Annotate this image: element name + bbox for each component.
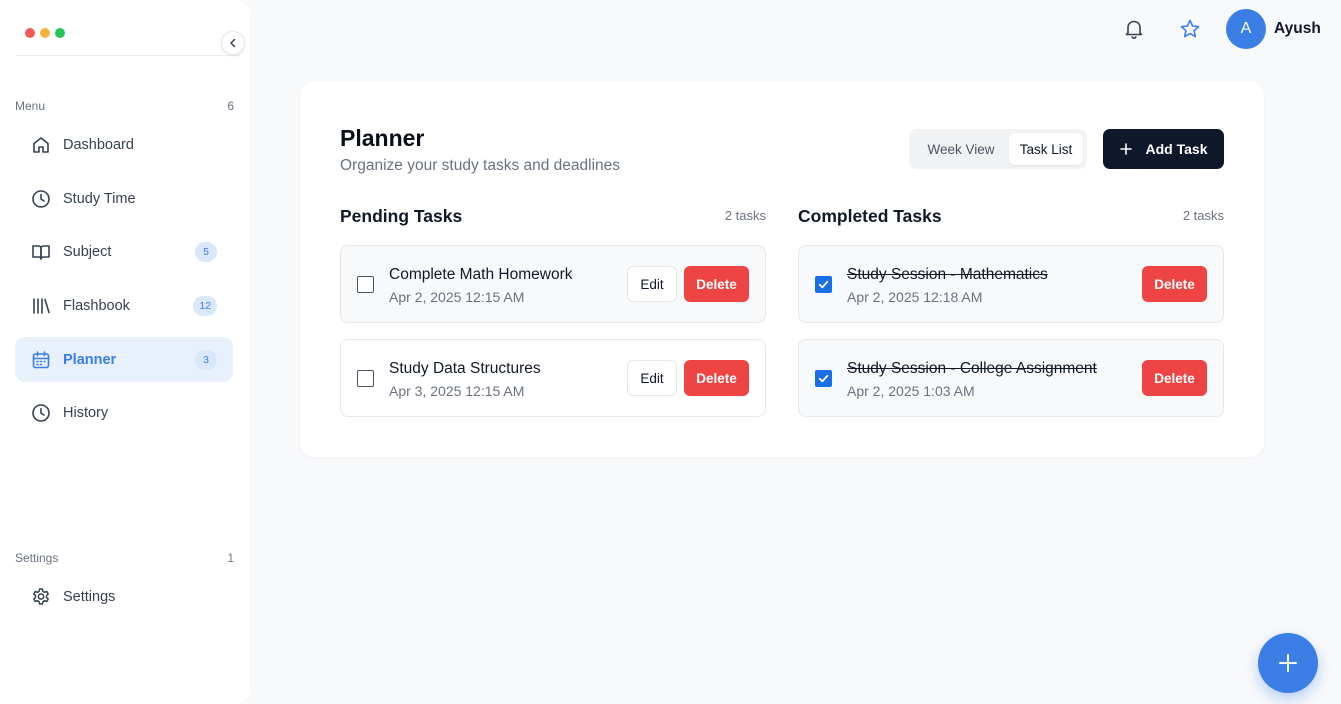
home-icon [31,135,51,155]
sidebar-item-planner[interactable]: Planner 3 [15,337,233,382]
pending-tasks-title: Pending Tasks [340,206,463,226]
clock-icon [31,189,51,209]
settings-section-count: 1 [227,551,234,565]
settings-section-header: Settings 1 [15,551,234,565]
add-task-button[interactable]: Add Task [1103,129,1224,169]
task-checkbox[interactable] [357,276,374,293]
sidebar-item-label: Study Time [63,190,136,207]
book-icon [31,242,51,262]
completed-tasks-count: 2 tasks [1182,208,1224,223]
edit-button[interactable]: Edit [627,360,677,396]
count-badge: 12 [193,295,217,316]
task-card: Study Session - College Assignment Apr 2… [798,339,1224,417]
sidebar-item-label: Flashbook [63,297,130,314]
task-list-tab[interactable]: Task List [1009,133,1083,165]
count-badge: 5 [195,241,217,262]
task-checkbox[interactable] [357,370,374,387]
task-date: Apr 2, 2025 12:15 AM [389,289,525,305]
edit-button[interactable]: Edit [627,266,677,302]
delete-button[interactable]: Delete [1142,266,1207,302]
task-checkbox[interactable] [815,370,832,387]
sidebar-item-subject[interactable]: Subject 5 [15,229,233,274]
menu-section-label: Menu [15,99,46,113]
view-toggle: Week View Task List [909,129,1087,169]
task-title: Study Session - Mathematics [847,266,1048,283]
avatar[interactable]: A [1226,9,1266,49]
clock-icon [31,403,51,423]
task-checkbox[interactable] [815,276,832,293]
task-date: Apr 2, 2025 1:03 AM [847,383,975,399]
delete-button[interactable]: Delete [684,266,749,302]
star-icon[interactable] [1178,17,1202,41]
floating-add-button[interactable] [1258,633,1318,693]
task-date: Apr 2, 2025 12:18 AM [847,289,983,305]
sidebar-item-history[interactable]: History [15,390,233,435]
check-icon [818,374,829,383]
library-icon [31,296,51,316]
page-subtitle: Organize your study tasks and deadlines [340,157,621,174]
completed-tasks-title: Completed Tasks [798,206,942,226]
task-card: Study Session - Mathematics Apr 2, 2025 … [798,245,1224,323]
planner-card: Planner Organize your study tasks and de… [300,81,1264,457]
delete-button[interactable]: Delete [1142,360,1207,396]
settings-section-label: Settings [15,551,59,565]
week-view-tab[interactable]: Week View [913,133,1009,165]
count-badge: 3 [195,349,217,370]
sidebar-item-label: Dashboard [63,136,134,153]
sidebar-divider [15,55,240,56]
task-date: Apr 3, 2025 12:15 AM [389,383,525,399]
bell-icon[interactable] [1122,17,1146,41]
plus-icon [1119,143,1132,155]
menu-section-count: 6 [227,99,234,113]
task-title: Complete Math Homework [389,266,573,283]
chevron-left-icon [230,38,236,48]
sidebar-item-label: Subject [63,243,112,260]
task-title: Study Session - College Assignment [847,360,1097,377]
task-card: Complete Math Homework Apr 2, 2025 12:15… [340,245,766,323]
delete-button[interactable]: Delete [684,360,749,396]
check-icon [818,280,829,289]
menu-section-header: Menu 6 [15,99,234,113]
add-task-label: Add Task [1145,141,1208,157]
task-card: Study Data Structures Apr 3, 2025 12:15 … [340,339,766,417]
user-name[interactable]: Ayush [1274,20,1321,38]
task-title: Study Data Structures [389,360,541,377]
window-controls [25,28,65,38]
sidebar-item-label: Settings [63,588,116,605]
sidebar-item-flashbook[interactable]: Flashbook 12 [15,283,233,328]
sidebar-item-dashboard[interactable]: Dashboard [15,122,233,167]
gear-icon [31,587,51,607]
collapse-sidebar-button[interactable] [221,31,245,55]
sidebar-item-study-time[interactable]: Study Time [15,176,233,221]
maximize-window-dot[interactable] [55,28,65,38]
calendar-icon [31,350,51,370]
avatar-initial: A [1240,20,1252,37]
minimize-window-dot[interactable] [40,28,50,38]
sidebar-item-settings[interactable]: Settings [15,574,233,619]
page-title: Planner [340,125,425,151]
close-window-dot[interactable] [25,28,35,38]
sidebar-item-label: Planner [63,351,117,368]
pending-tasks-count: 2 tasks [724,208,766,223]
sidebar-item-label: History [63,404,109,421]
plus-icon [1279,654,1297,672]
sidebar: Menu 6 Dashboard Study Time Subject 5 Fl… [0,0,249,704]
